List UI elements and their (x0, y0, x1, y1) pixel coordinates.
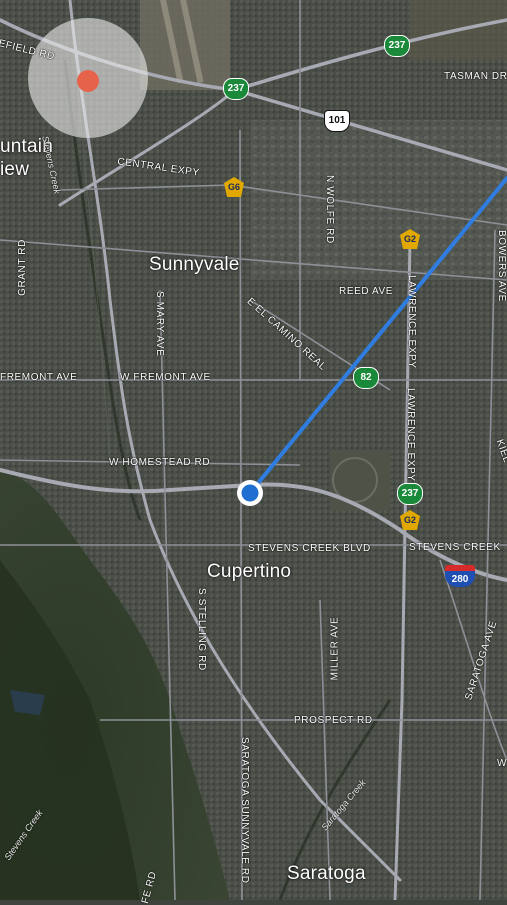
city-label-mountain-view: iew (0, 159, 30, 180)
street-label: LAWRENCE EXPY (406, 275, 417, 369)
street-label: LAWRENCE EXPY (405, 388, 416, 482)
street-label: STEVENS CREEK BLVD (248, 543, 371, 554)
street-label: W HOMESTEAD RD (109, 457, 211, 468)
street-label: GRANT RD (16, 239, 28, 296)
current-location-dot[interactable] (241, 484, 259, 502)
satellite-map[interactable] (0, 0, 507, 900)
highway-237-shield: 237 (223, 78, 249, 100)
street-label: BOWERS AVE (496, 230, 507, 302)
highway-237-shield: 237 (384, 35, 410, 57)
street-label: S MARY AVE (154, 291, 165, 357)
street-label: FREMONT AVE (0, 372, 78, 383)
target-pin-dot[interactable] (77, 70, 99, 92)
street-label: W (497, 758, 507, 769)
street-label: TASMAN DR (444, 71, 507, 82)
us-101-shield: 101 (324, 110, 350, 132)
highway-237-shield: 237 (397, 483, 423, 505)
street-label: N WOLFE RD (324, 175, 335, 244)
street-label: STEVENS CREEK (409, 542, 501, 553)
city-label-saratoga: Saratoga (287, 863, 366, 884)
city-label-sunnyvale: Sunnyvale (149, 254, 240, 275)
industrial-area (250, 120, 507, 280)
interstate-280-shield: 280 (445, 565, 475, 587)
street-label: MILLER AVE (329, 616, 341, 681)
street-label: S STELLING RD (196, 588, 207, 671)
street-label: REED AVE (339, 286, 394, 297)
street-label: W FREMONT AVE (120, 372, 211, 383)
highway-82-shield: 82 (353, 367, 379, 389)
interstate-280-number: 280 (451, 574, 469, 585)
street-label: PROSPECT RD (294, 715, 373, 726)
street-label: SARATOGA SUNNYVALE RD (239, 737, 250, 884)
city-label-cupertino: Cupertino (207, 561, 292, 582)
